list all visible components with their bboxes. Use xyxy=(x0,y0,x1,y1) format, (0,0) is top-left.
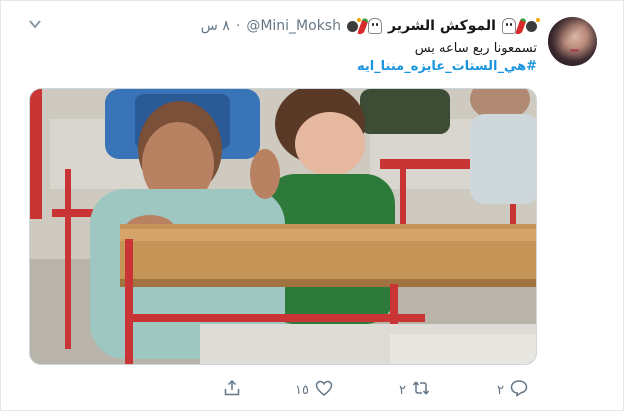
name-emoji-right xyxy=(502,16,540,36)
like-count: ١٥ xyxy=(295,382,309,398)
hashtag-link[interactable]: #هي_الستات_عايزه_مننا_ايه xyxy=(357,59,537,74)
share-icon xyxy=(223,379,241,401)
reply-button[interactable]: ٢ xyxy=(497,379,528,401)
user-handle[interactable]: @Mini_Moksh xyxy=(246,18,341,34)
tweet-actions: ٢ ٢ ١٥ xyxy=(1,375,624,405)
avatar[interactable] xyxy=(548,17,597,66)
bomb-emoji-icon xyxy=(526,17,540,32)
reply-icon xyxy=(510,379,528,401)
like-button[interactable]: ١٥ xyxy=(295,379,333,401)
retweet-button[interactable]: ٢ xyxy=(399,379,430,401)
share-button[interactable] xyxy=(223,379,241,401)
name-emoji-left xyxy=(346,16,382,36)
tweet-time[interactable]: ٨ س xyxy=(201,18,230,34)
retweet-icon xyxy=(412,379,430,401)
bomb-emoji-icon xyxy=(346,17,361,32)
display-name[interactable]: الموكش الشرير xyxy=(388,18,496,34)
retweet-count: ٢ xyxy=(399,382,406,398)
tweet-text: تسمعونا ربع ساعه بس xyxy=(414,41,537,56)
reply-count: ٢ xyxy=(497,382,504,398)
separator-dot: · xyxy=(235,18,241,34)
chili-emoji-icon xyxy=(515,16,527,36)
chevron-down-icon[interactable] xyxy=(28,17,42,31)
tweet-header: ٨ س · @Mini_Moksh الموكش الشرير xyxy=(201,15,540,37)
tweet-image[interactable] xyxy=(29,88,537,365)
classroom-photo xyxy=(30,89,536,364)
heart-icon xyxy=(315,379,333,401)
tweet-card[interactable]: ٨ س · @Mini_Moksh الموكش الشرير تسمعونا … xyxy=(0,0,624,411)
ghost-emoji-icon xyxy=(502,18,516,34)
ghost-emoji-icon xyxy=(367,18,382,34)
